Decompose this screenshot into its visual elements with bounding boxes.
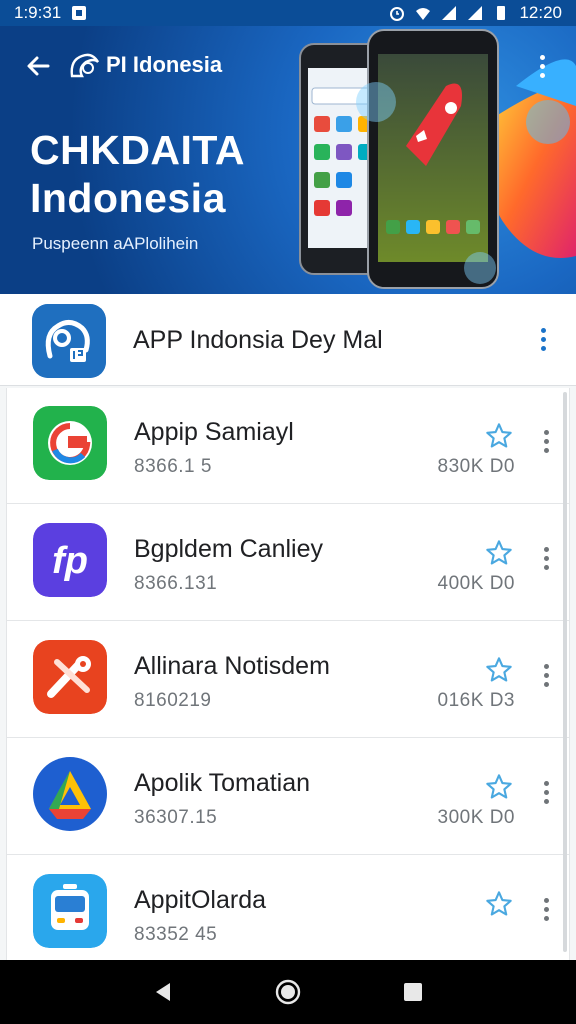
- alarm-icon: [390, 7, 405, 21]
- app-list[interactable]: Appip Samiayl 8366.1 5 830K D0 fp Bgplde…: [6, 388, 570, 960]
- app-size: 400K D0: [437, 573, 515, 594]
- back-arrow-icon[interactable]: [22, 50, 54, 82]
- dot: [543, 546, 549, 552]
- dot: [543, 681, 549, 687]
- brand-logo-icon: [70, 53, 100, 78]
- tools-icon: [33, 640, 107, 714]
- battery-icon: [497, 6, 506, 20]
- list-item[interactable]: Allinara Notisdem 8160219 016K D3: [7, 622, 569, 738]
- app-version: 8366.131: [134, 573, 218, 594]
- app-name: Bgpldem Canliey: [134, 535, 323, 563]
- scrollbar[interactable]: [563, 392, 567, 952]
- nav-back-icon: [155, 983, 170, 1001]
- notification-icon: [72, 6, 87, 20]
- dot: [540, 345, 546, 351]
- dot: [543, 780, 549, 786]
- hero-banner: PΙ Idonesia CHKDAITA Indonesia Puspeenn …: [0, 26, 576, 294]
- status-right: 12:20: [389, 3, 562, 23]
- app-version: 83352 45: [134, 924, 218, 945]
- fp-icon: fp: [33, 523, 107, 597]
- banner-overflow-menu[interactable]: [532, 50, 552, 82]
- list-item[interactable]: Appip Samiayl 8366.1 5 830K D0: [7, 388, 569, 504]
- app-screen: 1:9:31 12:20 PΙ Idonesia CHKDAITA Indone…: [0, 0, 576, 1024]
- svg-text:fp: fp: [52, 540, 88, 582]
- banner-title-line1: CHKDAITA: [30, 127, 246, 173]
- star-icon[interactable]: [485, 890, 513, 918]
- row-overflow-menu[interactable]: [541, 894, 551, 924]
- list-item[interactable]: Apolik Tomatian 36307.15 300K D0: [7, 739, 569, 855]
- dot: [543, 897, 549, 903]
- nav-back-button[interactable]: [145, 974, 181, 1010]
- dot: [540, 327, 546, 333]
- app-header-logo-icon: [32, 304, 106, 378]
- dot: [543, 447, 549, 453]
- star-icon[interactable]: [485, 773, 513, 801]
- dot: [543, 564, 549, 570]
- brand-name: PΙ Idonesia: [106, 52, 223, 77]
- status-time-left: 1:9:31: [14, 3, 62, 22]
- nav-home-icon: [275, 979, 301, 1005]
- status-bar: 1:9:31 12:20: [0, 0, 576, 26]
- app-size: 016K D3: [437, 690, 515, 711]
- banner-title: CHKDAITA Indonesia: [30, 126, 245, 222]
- dot: [543, 789, 549, 795]
- app-size: 300K D0: [437, 807, 515, 828]
- dot: [543, 915, 549, 921]
- app-header-card[interactable]: APP Indonsia Dey Mal: [0, 294, 576, 386]
- app-version: 8160219: [134, 690, 212, 711]
- app-size: 830K D0: [437, 456, 515, 477]
- app-version: 8366.1 5: [134, 456, 212, 477]
- dot: [543, 429, 549, 435]
- app-name: Allinara Notisdem: [134, 652, 330, 680]
- signal-icon: [442, 6, 457, 20]
- nav-recents-button[interactable]: [395, 974, 431, 1010]
- nav-recents-icon: [404, 983, 423, 1001]
- dot: [539, 54, 545, 60]
- transit-icon: [33, 874, 107, 948]
- dot: [540, 336, 546, 342]
- app-name: AppitOlarda: [134, 886, 267, 914]
- drive-icon: [33, 757, 107, 831]
- status-time-right: 12:20: [519, 3, 562, 22]
- app-bar: PΙ Idonesia: [0, 44, 576, 88]
- list-item[interactable]: AppitOlarda 83352 45: [7, 856, 569, 960]
- google-style-icon: [33, 406, 107, 480]
- nav-home-button[interactable]: [270, 974, 306, 1010]
- banner-title-line2: Indonesia: [30, 175, 226, 221]
- dot: [543, 672, 549, 678]
- list-item[interactable]: fp Bgpldem Canliey 8366.131 400K D0: [7, 505, 569, 621]
- dot: [543, 906, 549, 912]
- row-overflow-menu[interactable]: [541, 426, 551, 456]
- app-name: Appip Samiayl: [134, 418, 294, 446]
- dot: [543, 555, 549, 561]
- dot: [543, 798, 549, 804]
- row-overflow-menu[interactable]: [541, 543, 551, 573]
- dot: [543, 663, 549, 669]
- star-icon[interactable]: [485, 422, 513, 450]
- status-left: 1:9:31: [14, 3, 87, 23]
- app-header-title: APP Indonsia Dey Mal: [133, 326, 383, 354]
- header-overflow-menu[interactable]: [536, 324, 550, 354]
- wifi-icon: [416, 8, 431, 20]
- row-overflow-menu[interactable]: [541, 777, 551, 807]
- app-version: 36307.15: [134, 807, 218, 828]
- signal-icon-2: [468, 6, 483, 20]
- row-overflow-menu[interactable]: [541, 660, 551, 690]
- system-nav-bar: [0, 960, 576, 1024]
- dot: [539, 72, 545, 78]
- dot: [539, 63, 545, 69]
- banner-subtitle: Puspeenn aAPlolihein: [32, 234, 199, 253]
- app-name: Apolik Tomatian: [134, 769, 311, 797]
- star-icon[interactable]: [485, 539, 513, 567]
- star-icon[interactable]: [485, 656, 513, 684]
- dot: [543, 438, 549, 444]
- brand: PΙ Idonesia: [68, 50, 222, 80]
